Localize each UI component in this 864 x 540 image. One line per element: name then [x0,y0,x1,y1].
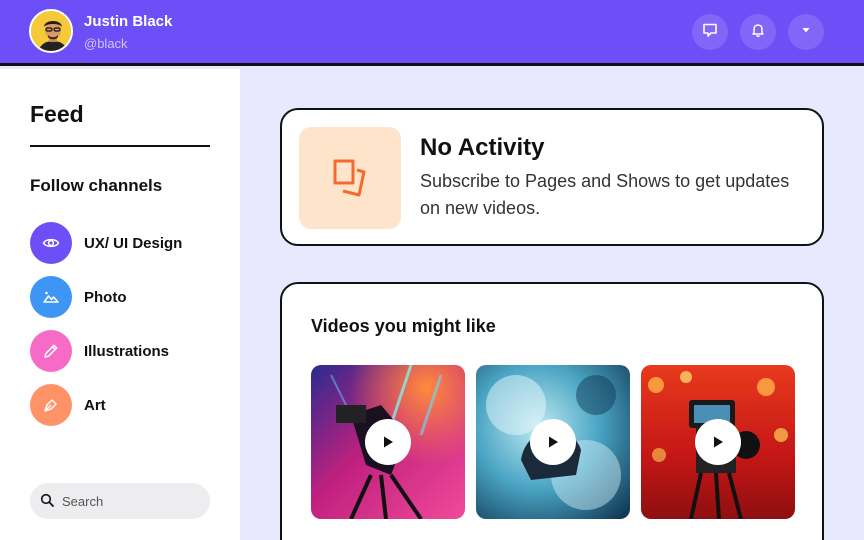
channel-art[interactable]: Art [30,384,230,426]
channel-illustrations[interactable]: Illustrations [30,330,230,372]
channel-label: UX/ UI Design [84,235,183,252]
feed-title[interactable]: Feed [30,101,84,128]
channel-ux-ui-design[interactable]: UX/ UI Design [30,222,230,264]
pencil-icon [30,330,72,372]
video-thumbnail[interactable] [476,365,630,519]
user-handle: @black [84,36,128,51]
avatar[interactable] [29,9,73,53]
play-icon[interactable] [530,419,576,465]
bell-icon [750,22,766,43]
account-menu-button[interactable] [788,14,824,50]
videos-card: Videos you might like [280,282,824,540]
channel-label: Art [84,397,106,414]
top-header: Justin Black @black [0,0,864,66]
divider [30,145,210,147]
user-name: Justin Black [84,13,173,30]
no-activity-card: No Activity Subscribe to Pages and Shows… [280,108,824,246]
no-activity-description: Subscribe to Pages and Shows to get upda… [420,171,790,218]
notifications-button[interactable] [740,14,776,50]
sidebar: Feed Follow channels UX/ UI Design Photo… [0,69,240,540]
search-box[interactable] [30,483,210,519]
chat-icon [702,22,718,43]
play-icon[interactable] [695,419,741,465]
messages-button[interactable] [692,14,728,50]
play-icon[interactable] [365,419,411,465]
search-input[interactable] [62,492,198,510]
no-activity-title: No Activity [420,134,545,161]
follow-channels-heading: Follow channels [30,176,163,195]
pen-nib-icon [30,384,72,426]
chevron-down-icon [800,23,812,41]
channel-photo[interactable]: Photo [30,276,230,318]
eye-icon [30,222,72,264]
channel-label: Photo [84,289,127,306]
video-thumbnail[interactable] [641,365,795,519]
video-thumbnail[interactable] [311,365,465,519]
mountain-icon [30,276,72,318]
pages-icon [299,127,401,229]
videos-heading: Videos you might like [311,316,496,336]
search-icon [40,493,55,513]
channel-label: Illustrations [84,343,170,360]
